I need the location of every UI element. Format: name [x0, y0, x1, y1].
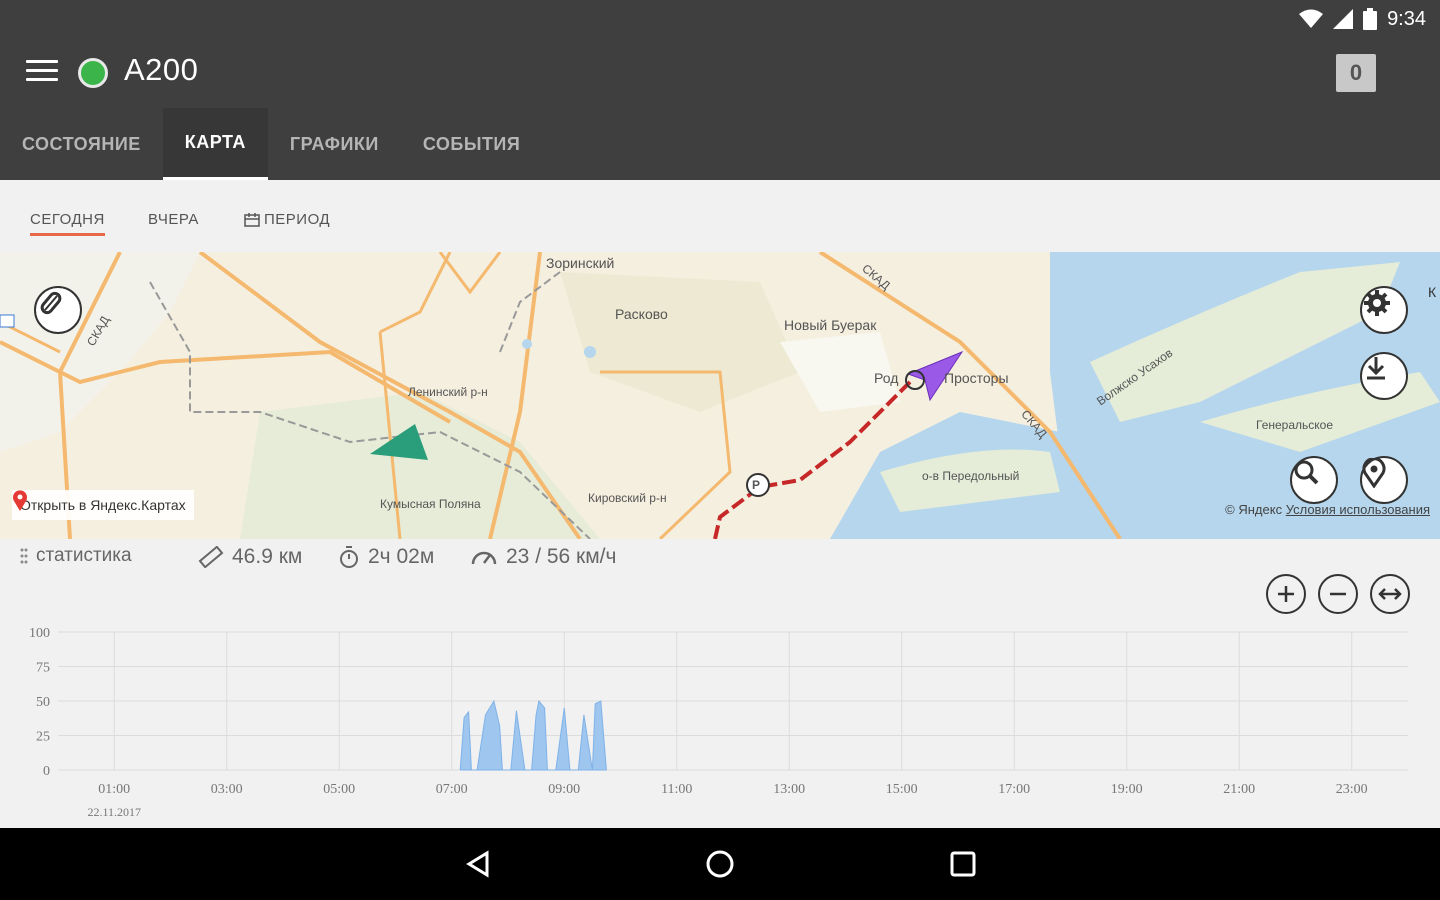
period-tabs: СЕГОДНЯ ВЧЕРА ПЕРИОД: [0, 180, 1440, 252]
x-tick-label: 15:00: [886, 782, 918, 797]
y-tick-label: 100: [29, 626, 50, 641]
x-tick-label: 07:00: [436, 782, 468, 797]
label-rod: Род: [874, 370, 899, 386]
tab-map[interactable]: КАРТА: [162, 108, 268, 180]
x-tick-label: 17:00: [998, 782, 1030, 797]
calendar-icon: [244, 212, 260, 227]
x-tick-label: 11:00: [661, 782, 692, 797]
y-tick-label: 0: [43, 764, 50, 779]
wifi-icon: [1299, 9, 1324, 28]
trip-stats: статистика 46.9 км 2ч 02м 23 / 56 км/ч: [0, 539, 1440, 583]
location-pin-icon: [1362, 458, 1386, 488]
app-bar: 9:34 A200 0 СОСТОЯНИЕ КАРТА ГРАФИКИ СОБЫ…: [0, 0, 1440, 180]
vehicle-title: A200: [124, 52, 199, 87]
home-circle-icon: [706, 850, 734, 878]
map-canvas: [0, 252, 1440, 539]
duration-stat: 2ч 02м: [338, 545, 434, 569]
drag-handle-icon: [20, 548, 28, 564]
x-tick-label: 23:00: [1336, 782, 1368, 797]
map-view[interactable]: P Зоринский Расково Новый Буерак Род Про…: [0, 252, 1440, 539]
distance-stat: 46.9 км: [198, 545, 302, 569]
speed-chart[interactable]: 100 75 50 25 0 01:00 03:00 05:00 07:00 09:00 11:00…: [0, 615, 1440, 827]
back-triangle-icon: [466, 850, 489, 878]
speedometer-icon: [471, 551, 497, 565]
x-tick-label: 01:00: [98, 782, 130, 797]
minus-icon: [1330, 592, 1346, 596]
period-yesterday[interactable]: ВЧЕРА: [148, 211, 199, 228]
recents-square-icon: [950, 851, 976, 877]
main-tabs: СОСТОЯНИЕ КАРТА ГРАФИКИ СОБЫТИЯ: [0, 108, 542, 180]
label-zorinsky: Зоринский: [546, 255, 615, 271]
y-tick-label: 25: [36, 730, 50, 745]
open-in-yandex-label: Открыть в Яндекс.Картах: [20, 497, 186, 513]
label-peredolny: о-в Передольный: [922, 469, 1020, 483]
x-tick-label: 09:00: [548, 782, 580, 797]
tab-state[interactable]: СОСТОЯНИЕ: [0, 108, 163, 180]
map-copyright: © Яндекс Условия использования: [1225, 502, 1430, 517]
route-icon: [40, 291, 62, 315]
tab-events[interactable]: СОБЫТИЯ: [401, 108, 542, 180]
gear-icon: [1364, 290, 1390, 316]
download-icon: [1367, 357, 1385, 380]
title-bar: A200 0: [0, 38, 1440, 108]
plus-icon: [1278, 586, 1294, 602]
ruler-icon: [198, 546, 224, 568]
parking-label: P: [752, 478, 761, 492]
period-custom-label: ПЕРИОД: [264, 211, 331, 228]
label-kumysnaya: Кумысная Поляна: [380, 497, 481, 511]
copyright-text: © Яндекс: [1225, 502, 1283, 517]
search-map-button[interactable]: [1290, 456, 1338, 504]
nav-back-button[interactable]: [458, 844, 498, 884]
open-in-yandex-link[interactable]: Открыть в Яндекс.Картах: [12, 490, 194, 520]
tab-charts[interactable]: ГРАФИКИ: [268, 108, 401, 180]
speed-chart-svg: 100 75 50 25 0 01:00 03:00 05:00 07:00 09:00 11:00…: [29, 626, 1408, 819]
locate-vehicle-button[interactable]: [1360, 456, 1408, 504]
notification-counter[interactable]: 0: [1336, 54, 1376, 92]
status-time: 9:34: [1387, 7, 1426, 30]
duration-value: 2ч 02м: [368, 545, 435, 568]
menu-icon[interactable]: [26, 60, 58, 86]
label-novy-buerak: Новый Буерак: [784, 317, 877, 333]
period-today[interactable]: СЕГОДНЯ: [30, 211, 105, 236]
label-prostory: Просторы: [944, 370, 1009, 386]
stopwatch-icon: [340, 546, 358, 568]
terms-link[interactable]: Условия использования: [1286, 502, 1430, 517]
label-raskovo: Расково: [615, 306, 668, 322]
chart-zoom-out-button[interactable]: [1318, 574, 1358, 614]
y-tick-label: 75: [36, 661, 50, 676]
online-status-indicator: [78, 58, 108, 88]
stats-toggle[interactable]: статистика: [20, 545, 132, 567]
expand-horizontal-icon: [1378, 588, 1402, 600]
distance-value: 46.9 км: [232, 545, 303, 568]
y-tick-label: 50: [36, 695, 50, 710]
x-tick-label: 19:00: [1111, 782, 1143, 797]
label-kirovsky: Кировский р-н: [588, 491, 667, 505]
chart-fit-button[interactable]: [1370, 574, 1410, 614]
x-tick-label: 13:00: [773, 782, 805, 797]
download-track-button[interactable]: [1360, 352, 1408, 400]
nav-recents-button[interactable]: [943, 844, 983, 884]
yandex-pin-icon: [13, 490, 27, 511]
system-nav-bar: [0, 828, 1440, 900]
label-map-edge: К: [1428, 284, 1437, 300]
battery-icon: [1363, 8, 1378, 30]
traffic-layer-button[interactable]: [34, 286, 82, 334]
label-generalskoe: Генеральское: [1256, 418, 1334, 432]
status-bar: 9:34: [1140, 0, 1440, 38]
x-tick-label: 03:00: [211, 782, 243, 797]
chart-date-label: 22.11.2017: [87, 805, 141, 819]
x-tick-label: 21:00: [1223, 782, 1255, 797]
speed-stat: 23 / 56 км/ч: [470, 545, 616, 569]
nav-home-button[interactable]: [700, 844, 740, 884]
label-leninsky: Ленинский р-н: [408, 385, 488, 399]
cellular-icon: [1333, 9, 1354, 29]
map-settings-button[interactable]: [1360, 286, 1408, 334]
speed-value: 23 / 56 км/ч: [506, 545, 617, 568]
search-icon: [1294, 460, 1319, 485]
chart-zoom-in-button[interactable]: [1266, 574, 1306, 614]
period-custom[interactable]: ПЕРИОД: [244, 211, 330, 228]
x-tick-label: 05:00: [323, 782, 355, 797]
stats-label: статистика: [36, 545, 132, 566]
